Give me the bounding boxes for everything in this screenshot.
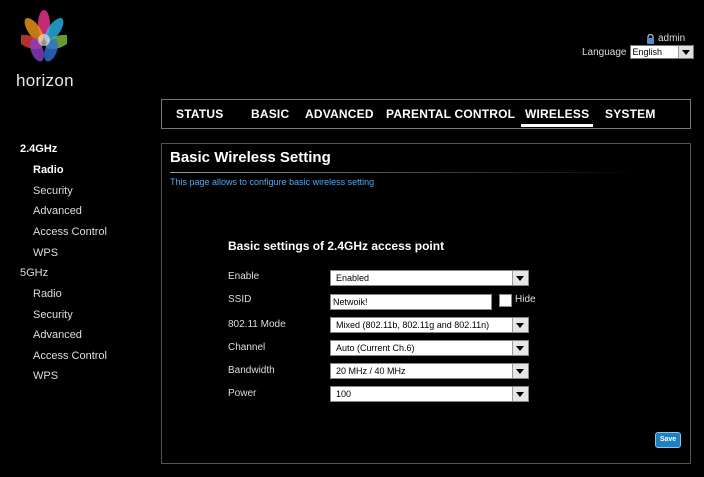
sidebar-item-5-security[interactable]: Security xyxy=(33,309,73,321)
sidebar-item-2-4-radio[interactable]: Radio xyxy=(33,164,64,176)
tab-advanced[interactable]: ADVANCED xyxy=(305,107,374,121)
hide-ssid-label: Hide xyxy=(515,294,536,305)
sidebar-item-5-access-control[interactable]: Access Control xyxy=(33,350,107,362)
sidebar-group-2-4ghz[interactable]: 2.4GHz xyxy=(20,143,57,155)
bandwidth-label: Bandwidth xyxy=(228,365,275,376)
language-select[interactable]: English xyxy=(629,45,694,59)
page-description: This page allows to configure basic wire… xyxy=(170,177,375,187)
tab-status[interactable]: STATUS xyxy=(176,107,223,121)
ssid-input[interactable]: Netwoik! xyxy=(330,294,492,310)
language-value: English xyxy=(632,47,663,57)
main-panel: Basic Wireless Setting This page allows … xyxy=(161,143,691,464)
channel-label: Channel xyxy=(228,342,266,353)
chevron-down-icon[interactable] xyxy=(512,318,528,332)
sidebar-item-2-4-access-control[interactable]: Access Control xyxy=(33,226,107,238)
title-divider xyxy=(170,172,640,173)
bandwidth-select[interactable]: 20 MHz / 40 MHz xyxy=(330,363,529,379)
form-title: Basic settings of 2.4GHz access point xyxy=(228,239,445,253)
sidebar-group-5ghz[interactable]: 5GHz xyxy=(20,267,48,279)
bandwidth-value: 20 MHz / 40 MHz xyxy=(336,366,406,376)
power-label: Power xyxy=(228,388,257,399)
tab-system[interactable]: SYSTEM xyxy=(605,107,656,121)
power-value: 100 xyxy=(336,389,352,399)
chevron-down-icon[interactable] xyxy=(512,271,528,285)
chevron-down-icon[interactable] xyxy=(512,341,528,355)
chevron-down-icon[interactable] xyxy=(512,387,528,401)
horizon-flower-icon xyxy=(21,10,67,62)
ssid-label: SSID xyxy=(228,294,252,305)
sidebar-item-5-wps[interactable]: WPS xyxy=(33,370,58,382)
lock-icon xyxy=(647,33,654,44)
chevron-down-icon[interactable] xyxy=(512,364,528,378)
hide-ssid-checkbox[interactable] xyxy=(499,294,512,307)
channel-value: Auto (Current Ch.6) xyxy=(336,343,415,353)
mode-select[interactable]: Mixed (802.11b, 802.11g and 802.11n) xyxy=(330,317,529,333)
enable-select[interactable]: Enabled xyxy=(330,270,529,286)
power-select[interactable]: 100 xyxy=(330,386,529,402)
horizon-logo: horizon xyxy=(14,10,74,90)
sidebar-item-2-4-security[interactable]: Security xyxy=(33,185,73,197)
username: admin xyxy=(658,33,686,44)
enable-label: Enable xyxy=(228,271,260,282)
tab-basic[interactable]: BASIC xyxy=(251,107,289,121)
save-button[interactable]: Save xyxy=(655,432,681,448)
mode-value: Mixed (802.11b, 802.11g and 802.11n) xyxy=(336,320,490,330)
tab-wireless[interactable]: WIRELESS xyxy=(520,107,594,127)
sidebar-item-5-advanced[interactable]: Advanced xyxy=(33,329,82,341)
chevron-down-icon[interactable] xyxy=(677,46,693,58)
user-indicator: admin xyxy=(646,33,685,44)
sidebar-item-2-4-advanced[interactable]: Advanced xyxy=(33,205,82,217)
sidebar-item-2-4-wps[interactable]: WPS xyxy=(33,247,58,259)
tab-parental-control[interactable]: PARENTAL CONTROL xyxy=(386,107,515,121)
sidebar-item-5-radio[interactable]: Radio xyxy=(33,288,62,300)
enable-value: Enabled xyxy=(336,273,370,283)
mode-label: 802.11 Mode xyxy=(228,319,286,330)
logo-text: horizon xyxy=(16,71,74,90)
page-title: Basic Wireless Setting xyxy=(170,149,331,166)
language-label: Language xyxy=(582,46,627,58)
channel-select[interactable]: Auto (Current Ch.6) xyxy=(330,340,529,356)
language-selector-row: Language English xyxy=(582,45,694,59)
main-nav: STATUS BASIC ADVANCED PARENTAL CONTROL W… xyxy=(161,99,691,129)
